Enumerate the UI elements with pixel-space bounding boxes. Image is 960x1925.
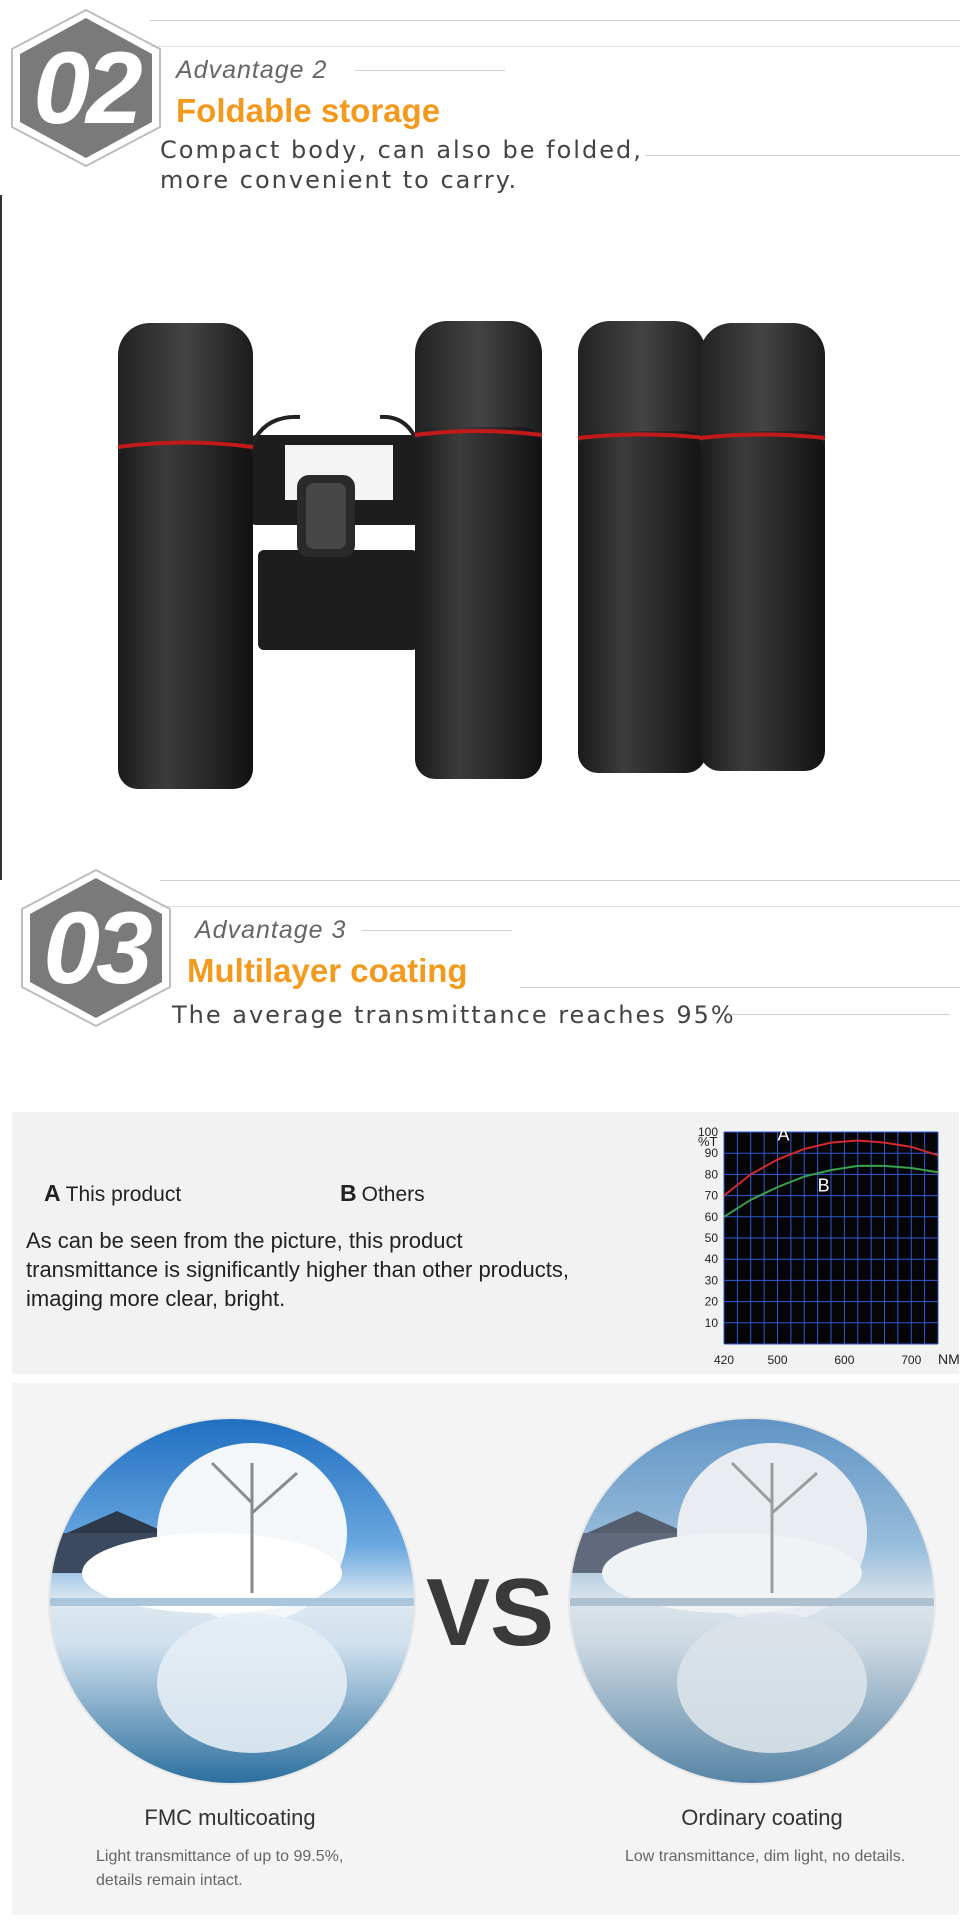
description-line: transmittance is significantly higher th…: [26, 1257, 569, 1282]
transmittance-description: As can be seen from the picture, this pr…: [26, 1226, 646, 1313]
transmittance-panel: A This product B Others As can be seen fro…: [12, 1112, 960, 1374]
fmc-multicoating-subcaption: Light transmittance of up to 99.5%, deta…: [96, 1845, 343, 1893]
advantage-description: Compact body, can also be folded, more c…: [160, 135, 643, 195]
y-axis-label: %T: [698, 1134, 718, 1149]
badge-03: 03: [10, 864, 182, 1032]
subcaption-line: Light transmittance of up to 99.5%,: [96, 1848, 344, 1865]
advantage-description: The average transmittance reaches 95%: [172, 1001, 736, 1029]
advantage-title: Foldable storage: [176, 92, 441, 129]
ordinary-coating-subcaption: Low transmittance, dim light, no details…: [625, 1848, 906, 1865]
legend-letter: B: [340, 1180, 357, 1206]
legend-others: B Others: [340, 1180, 425, 1207]
y-tick-label: 70: [705, 1189, 719, 1203]
advantage-description-line: more convenient to carry.: [160, 166, 519, 194]
advantage-title: Multilayer coating: [187, 952, 468, 989]
legend-letter: A: [44, 1180, 61, 1206]
series-label: A: [778, 1124, 790, 1144]
advantage-label: Advantage 2: [176, 56, 328, 84]
badge-number: 03: [43, 890, 152, 1005]
y-tick-label: 40: [705, 1252, 719, 1266]
x-tick-label: 420: [714, 1353, 734, 1367]
transmittance-chart: 102030405060708090100420 500 600 700AB%TNM: [698, 1124, 960, 1367]
y-tick-label: 20: [705, 1295, 719, 1309]
legend-label: Others: [361, 1183, 425, 1206]
legend-this-product: A This product: [44, 1180, 181, 1207]
vs-text: VS: [426, 1559, 554, 1666]
advantage-description-line: Compact body, can also be folded,: [160, 136, 643, 164]
badge-number: 02: [33, 30, 142, 145]
y-tick-label: 30: [705, 1273, 719, 1287]
y-tick-label: 80: [705, 1167, 719, 1181]
y-tick-label: 10: [705, 1316, 719, 1330]
y-tick-label: 60: [705, 1210, 719, 1224]
y-tick-label: 50: [705, 1231, 719, 1245]
binoculars-product-image: [0, 195, 960, 880]
fmc-multicoating-caption: FMC multicoating: [144, 1805, 316, 1830]
badge-02: 02: [0, 4, 172, 172]
description-line: As can be seen from the picture, this pr…: [26, 1228, 463, 1253]
series-label: B: [818, 1175, 830, 1195]
x-tick-label: 700: [901, 1353, 921, 1367]
x-axis-label: NM: [938, 1351, 960, 1367]
legend-label: This product: [65, 1183, 182, 1206]
ordinary-coating-image: [569, 1418, 935, 1784]
subcaption-line: details remain intact.: [96, 1872, 243, 1889]
advantage-label: Advantage 3: [195, 916, 347, 944]
ordinary-coating-caption: Ordinary coating: [681, 1805, 843, 1830]
comparison-panel: VS FMC multicoating Light transmittance …: [12, 1383, 959, 1915]
description-line: imaging more clear, bright.: [26, 1286, 286, 1311]
fmc-multicoating-image: [49, 1418, 415, 1784]
x-tick-label: 600: [834, 1353, 854, 1367]
x-tick-label: 500: [767, 1353, 787, 1367]
